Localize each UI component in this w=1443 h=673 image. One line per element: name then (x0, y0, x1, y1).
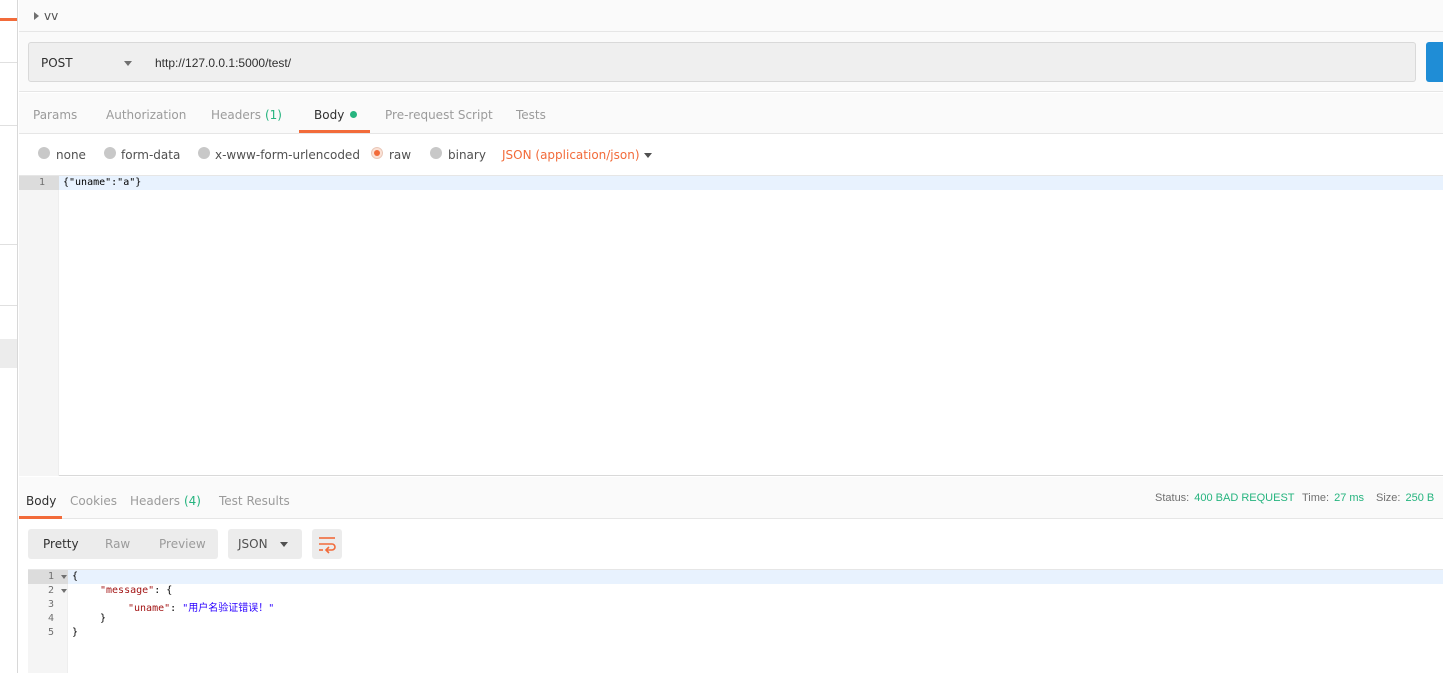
tab-tests[interactable]: Tests (516, 108, 546, 122)
tab-cookies[interactable]: Cookies (70, 494, 117, 508)
sidebar-selected-item[interactable] (0, 339, 17, 368)
sidebar-divider (0, 125, 17, 126)
response-size: Size: 250 B (1376, 492, 1435, 504)
tab-response-headers[interactable]: Headers (4) (130, 494, 201, 508)
chevron-down-icon (280, 542, 288, 547)
active-tab-underline (299, 130, 370, 133)
body-indicator-dot-icon (350, 111, 358, 118)
size-value: 250 B (1405, 492, 1435, 504)
headers-count: (1) (264, 108, 282, 122)
method-label: POST (41, 56, 73, 70)
body-type-options: none form-data x-www-form-urlencoded raw… (19, 134, 1443, 176)
tab-pre-request-script[interactable]: Pre-request Script (385, 108, 493, 122)
radio-binary[interactable] (430, 147, 442, 159)
request-name[interactable]: vv (44, 9, 58, 23)
code-line: { (72, 571, 79, 582)
chevron-down-icon[interactable] (644, 153, 652, 158)
line-number: 1 (48, 571, 55, 582)
line-number: 3 (48, 599, 55, 610)
tab-authorization[interactable]: Authorization (106, 108, 186, 122)
option-form-data-label[interactable]: form-data (121, 148, 180, 162)
request-tabs: Params Authorization Headers (1) Body Pre… (19, 93, 1443, 134)
line-number: 5 (48, 627, 55, 638)
time-value: 27 ms (1334, 492, 1365, 504)
response-body-viewer[interactable]: 1 2 3 4 5 { "message": { "uname": "用户名验证… (28, 569, 1443, 673)
radio-raw[interactable] (371, 147, 383, 159)
view-mode-segmented: Pretty Raw Preview (28, 529, 218, 559)
line-number: 1 (39, 177, 46, 188)
status-value: 400 BAD REQUEST (1194, 492, 1295, 504)
option-raw-label[interactable]: raw (389, 148, 411, 162)
preview-button[interactable]: Preview (159, 537, 206, 551)
tab-headers[interactable]: Headers (1) (211, 108, 282, 122)
option-none-label[interactable]: none (56, 148, 86, 162)
sidebar-divider (0, 305, 17, 306)
chevron-down-icon (124, 61, 132, 66)
active-line-highlight (59, 176, 1443, 190)
tab-body[interactable]: Body (314, 108, 358, 122)
option-binary-label[interactable]: binary (448, 148, 486, 162)
sidebar-divider (0, 244, 17, 245)
line-number: 4 (48, 613, 55, 624)
format-select[interactable]: JSON (228, 529, 302, 559)
response-time: Time: 27 ms (1302, 492, 1365, 504)
response-tabs: Body Cookies Headers (4) Test Results Sta… (19, 477, 1443, 519)
tab-response-body[interactable]: Body (26, 494, 56, 508)
editor-gutter (19, 176, 59, 476)
postman-window: vv POST http://127.0.0.1:5000/test/ Para… (0, 0, 1443, 673)
active-line-highlight (68, 570, 1443, 584)
line-number: 2 (48, 585, 55, 596)
request-name-bar[interactable]: vv (19, 0, 1443, 32)
code-line: } (100, 613, 107, 624)
code-line: } (72, 627, 79, 638)
wrap-lines-button[interactable] (312, 529, 342, 559)
sidebar-divider (0, 62, 17, 63)
fold-arrow-icon[interactable] (61, 589, 67, 593)
method-select[interactable]: POST (28, 42, 145, 82)
request-body-editor[interactable]: 1 {"uname":"a"} (19, 176, 1443, 476)
option-urlencoded-label[interactable]: x-www-form-urlencoded (215, 148, 360, 162)
tab-test-results[interactable]: Test Results (219, 494, 290, 508)
radio-form-data[interactable] (104, 147, 116, 159)
code-line: "message": { (100, 585, 173, 596)
code-line: "uname": "用户名验证错误！" (128, 603, 275, 614)
response-headers-count: (4) (183, 494, 201, 508)
format-label: JSON (238, 537, 268, 551)
url-input[interactable]: http://127.0.0.1:5000/test/ (144, 42, 1416, 82)
fold-arrow-icon[interactable] (61, 575, 67, 579)
content-type-select[interactable]: JSON (application/json) (502, 148, 640, 162)
response-status: Status: 400 BAD REQUEST (1155, 492, 1295, 504)
radio-urlencoded[interactable] (198, 147, 210, 159)
radio-none[interactable] (38, 147, 50, 159)
code-line[interactable]: {"uname":"a"} (63, 177, 141, 188)
pretty-button[interactable]: Pretty (43, 537, 79, 551)
tab-params[interactable]: Params (33, 108, 77, 122)
wrap-lines-icon (319, 537, 336, 554)
response-toolbar: Pretty Raw Preview JSON (19, 519, 1443, 569)
url-bar: POST http://127.0.0.1:5000/test/ (19, 32, 1443, 92)
send-button[interactable] (1426, 42, 1443, 82)
sidebar (0, 0, 18, 673)
sidebar-active-accent (0, 18, 17, 21)
request-pane: vv POST http://127.0.0.1:5000/test/ Para… (19, 0, 1443, 673)
raw-button[interactable]: Raw (105, 537, 130, 551)
caret-right-icon[interactable] (34, 12, 39, 20)
